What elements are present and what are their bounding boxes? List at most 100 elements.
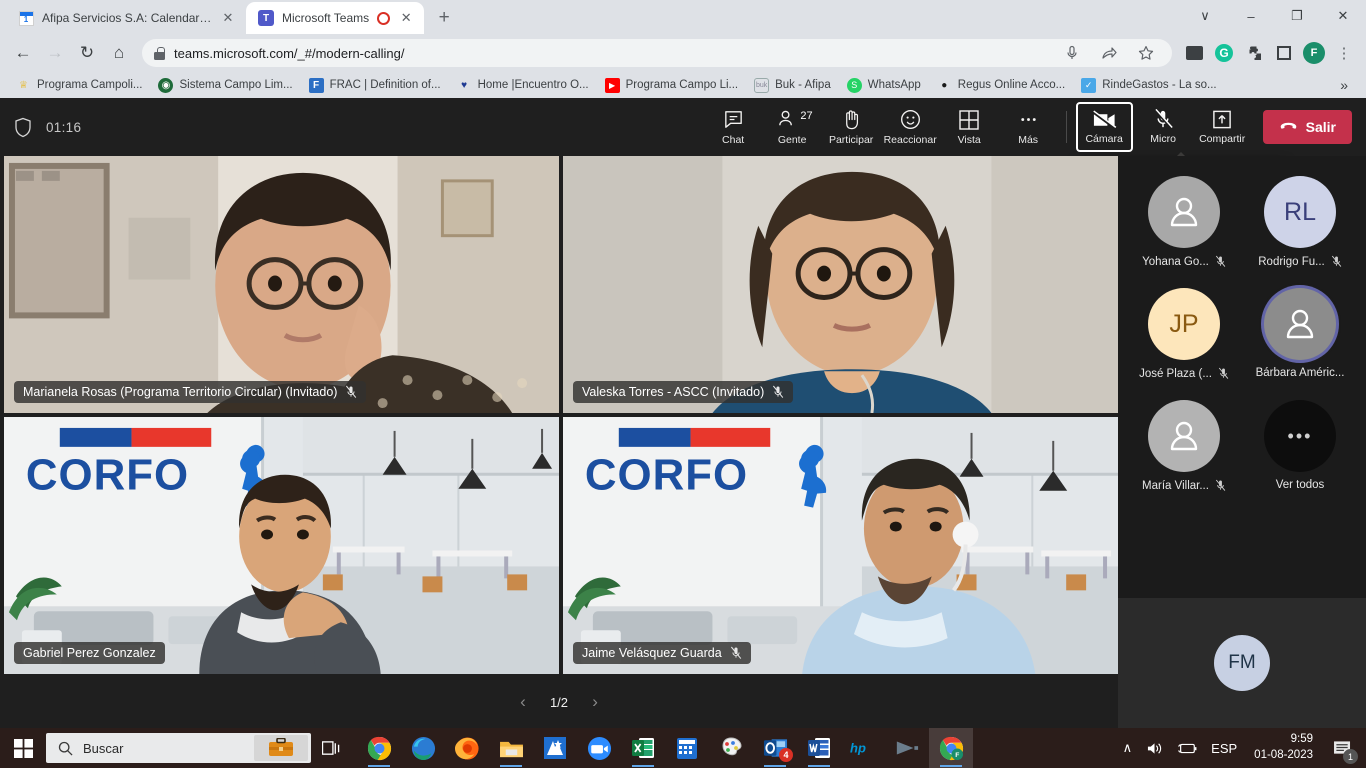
browser-tab-calendar[interactable]: 1 Afipa Servicios S.A: Calendario - S ✕: [6, 2, 246, 34]
roster-name: José Plaza (...: [1139, 368, 1212, 380]
more-button[interactable]: Más: [1000, 102, 1057, 152]
taskbar-app-excel[interactable]: [621, 728, 665, 768]
bookmark-item[interactable]: ● Regus Online Acco...: [929, 76, 1073, 95]
toolbar-divider: [1066, 111, 1067, 143]
bookmark-item[interactable]: ✓ RindeGastos - La so...: [1073, 76, 1224, 95]
new-tab-button[interactable]: +: [430, 4, 458, 32]
cast-extension-icon[interactable]: [1180, 39, 1208, 67]
forward-button[interactable]: →: [40, 38, 70, 68]
notification-center-button[interactable]: 1: [1323, 728, 1362, 768]
crown-icon: ♕: [16, 78, 31, 93]
tab-search-chevron-icon[interactable]: ∨: [1182, 0, 1228, 32]
maximize-button[interactable]: ❐: [1274, 0, 1320, 32]
mic-button[interactable]: Micro: [1135, 102, 1192, 152]
bookmark-item[interactable]: F FRAC | Definition of...: [301, 76, 449, 95]
bookmark-item[interactable]: ♕ Programa Campoli...: [8, 76, 150, 95]
bookmark-item[interactable]: S WhatsApp: [839, 76, 929, 95]
taskbar-app-tools[interactable]: [533, 728, 577, 768]
taskbar-app-edge[interactable]: [401, 728, 445, 768]
bookmark-item[interactable]: buk Buk - Afipa: [746, 76, 839, 95]
grammarly-extension-icon[interactable]: G: [1210, 39, 1238, 67]
browser-tab-teams[interactable]: Microsoft Teams ✕: [246, 2, 424, 34]
profile-avatar[interactable]: F: [1300, 39, 1328, 67]
taskbar-app-chrome-profile[interactable]: F: [929, 728, 973, 768]
bookmarks-overflow-button[interactable]: »: [1330, 77, 1358, 93]
close-window-button[interactable]: ✕: [1320, 0, 1366, 32]
close-tab-icon[interactable]: ✕: [220, 10, 236, 26]
chrome-menu-button[interactable]: ⋮: [1330, 39, 1358, 67]
taskbar-apps: 4 hp F: [357, 728, 973, 768]
leave-meeting-button[interactable]: Salir: [1263, 110, 1352, 144]
share-label: Compartir: [1199, 133, 1245, 145]
video-tile[interactable]: Valeska Torres - ASCC (Invitado): [563, 156, 1118, 413]
minimize-button[interactable]: –: [1228, 0, 1274, 32]
taskbar-app-hp[interactable]: hp: [841, 728, 885, 768]
taskbar-app-file-explorer[interactable]: [489, 728, 533, 768]
taskbar-app-paint[interactable]: [709, 728, 753, 768]
roster-name-row: María Villar...: [1142, 479, 1226, 492]
participant-name: Gabriel Perez Gonzalez: [23, 646, 156, 660]
chat-label: Chat: [722, 134, 744, 146]
sidepanel-icon[interactable]: [1270, 39, 1298, 67]
participant-name-label: Valeska Torres - ASCC (Invitado): [573, 381, 793, 403]
camera-button[interactable]: Cámara: [1076, 102, 1133, 152]
bookmark-label: Home |Encuentro O...: [478, 79, 589, 91]
windows-start-icon[interactable]: [0, 728, 46, 768]
tab-strip: 1 Afipa Servicios S.A: Calendario - S ✕ …: [0, 0, 1366, 34]
bookmark-item[interactable]: ♥ Home |Encuentro O...: [449, 76, 597, 95]
taskbar-app-word[interactable]: [797, 728, 841, 768]
next-page-button[interactable]: ›: [584, 692, 606, 712]
star-icon[interactable]: [1132, 39, 1160, 67]
briefcase-image[interactable]: [254, 735, 308, 761]
video-tile[interactable]: Marianela Rosas (Programa Territorio Cir…: [4, 156, 559, 413]
view-button[interactable]: Vista: [941, 102, 998, 152]
bookmark-item[interactable]: ◉ Sistema Campo Lim...: [150, 76, 300, 95]
roster-participant[interactable]: Bárbara Améric...: [1242, 282, 1358, 390]
raise-hand-button[interactable]: Participar: [823, 102, 880, 152]
volume-icon[interactable]: [1139, 728, 1170, 768]
tab-title: Afipa Servicios S.A: Calendario - S: [42, 11, 212, 25]
video-tile[interactable]: CORFO: [563, 417, 1118, 674]
mic-icon[interactable]: [1058, 39, 1086, 67]
react-button[interactable]: Reaccionar: [882, 102, 939, 152]
hearts-icon: ♥: [457, 78, 472, 93]
back-button[interactable]: ←: [8, 38, 38, 68]
bookmark-item[interactable]: ▶ Programa Campo Li...: [597, 76, 747, 95]
clock-time: 9:59: [1291, 732, 1313, 748]
people-button[interactable]: 27 Gente: [764, 102, 821, 152]
more-label: Más: [1018, 134, 1038, 146]
chat-button[interactable]: Chat: [705, 102, 762, 152]
roster-participant[interactable]: JP José Plaza (...: [1126, 282, 1242, 390]
task-view-icon[interactable]: [311, 728, 351, 768]
roster-participant[interactable]: María Villar...: [1126, 394, 1242, 502]
search-input[interactable]: Buscar: [46, 733, 311, 763]
prev-page-button[interactable]: ‹: [512, 692, 534, 712]
close-tab-icon[interactable]: ✕: [398, 10, 414, 26]
puzzle-extension-icon[interactable]: [1240, 39, 1268, 67]
reload-button[interactable]: ↻: [72, 38, 102, 68]
taskbar-app-chrome[interactable]: [357, 728, 401, 768]
roster-name: Yohana Go...: [1142, 256, 1209, 268]
taskbar-app-scanner[interactable]: [885, 728, 929, 768]
roster-participant[interactable]: RL Rodrigo Fu...: [1242, 170, 1358, 278]
bookmark-label: Programa Campoli...: [37, 79, 142, 91]
see-all-participants[interactable]: ••• Ver todos: [1242, 394, 1358, 502]
taskbar-clock[interactable]: 9:59 01-08-2023: [1244, 728, 1323, 768]
taskbar-app-firefox[interactable]: [445, 728, 489, 768]
taskbar-app-calculator[interactable]: [665, 728, 709, 768]
tray-chevron-icon[interactable]: ∧: [1116, 728, 1140, 768]
taskbar-app-outlook[interactable]: 4: [753, 728, 797, 768]
share-icon[interactable]: [1095, 39, 1123, 67]
muted-mic-icon: [345, 385, 357, 399]
roster-name-row: José Plaza (...: [1139, 367, 1229, 380]
share-screen-button[interactable]: Compartir: [1194, 102, 1251, 152]
address-bar[interactable]: teams.microsoft.com/_#/modern-calling/: [142, 39, 1172, 67]
taskbar-app-zoom[interactable]: [577, 728, 621, 768]
battery-icon[interactable]: [1170, 728, 1204, 768]
home-button[interactable]: ⌂: [104, 38, 134, 68]
video-tile[interactable]: CORFO: [4, 417, 559, 674]
teams-meeting-app: 01:16 Chat 27 Gente Participar Reacciona…: [0, 98, 1366, 728]
roster-participant[interactable]: Yohana Go...: [1126, 170, 1242, 278]
self-video-area[interactable]: FM: [1118, 598, 1366, 728]
language-indicator[interactable]: ESP: [1204, 728, 1244, 768]
